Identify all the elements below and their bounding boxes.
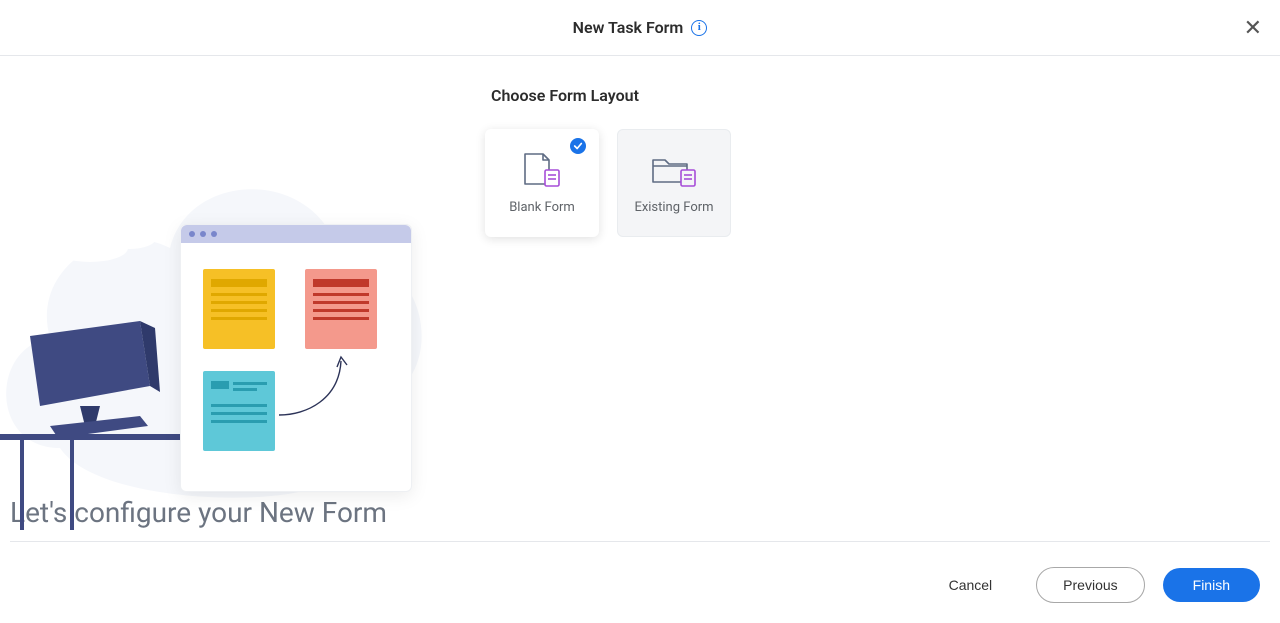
option-existing-form[interactable]: Existing Form (617, 129, 731, 237)
close-icon: ✕ (1244, 15, 1262, 40)
layout-options: Blank Form Existing Form (485, 129, 1240, 237)
card-yellow (203, 269, 275, 349)
modal-header: New Task Form i ✕ (0, 0, 1280, 56)
layout-chooser: Choose Form Layout Blank Form (485, 56, 1280, 490)
arrow-icon (277, 355, 357, 421)
previous-button[interactable]: Previous (1036, 567, 1144, 603)
layout-chooser-title: Choose Form Layout (491, 86, 1240, 105)
illustration (0, 56, 485, 490)
option-blank-form-label: Blank Form (509, 200, 575, 215)
cancel-button[interactable]: Cancel (923, 568, 1019, 602)
info-icon[interactable]: i (691, 20, 707, 36)
check-icon (570, 138, 586, 154)
modal-title: New Task Form (573, 18, 684, 37)
option-blank-form[interactable]: Blank Form (485, 129, 599, 237)
main-content: Choose Form Layout Blank Form (0, 56, 1280, 490)
browser-bar (181, 225, 411, 243)
close-button[interactable]: ✕ (1240, 13, 1266, 43)
existing-form-icon (649, 152, 699, 188)
browser-body (181, 243, 411, 491)
finish-button[interactable]: Finish (1163, 568, 1260, 602)
footer: Cancel Previous Finish (0, 547, 1280, 623)
card-cyan (203, 371, 275, 451)
monitor-illustration (0, 316, 200, 536)
card-red (305, 269, 377, 349)
modal-title-wrap: New Task Form i (573, 18, 708, 37)
option-existing-form-label: Existing Form (634, 200, 713, 215)
browser-window-illustration (180, 224, 412, 492)
blank-form-icon (519, 152, 565, 188)
